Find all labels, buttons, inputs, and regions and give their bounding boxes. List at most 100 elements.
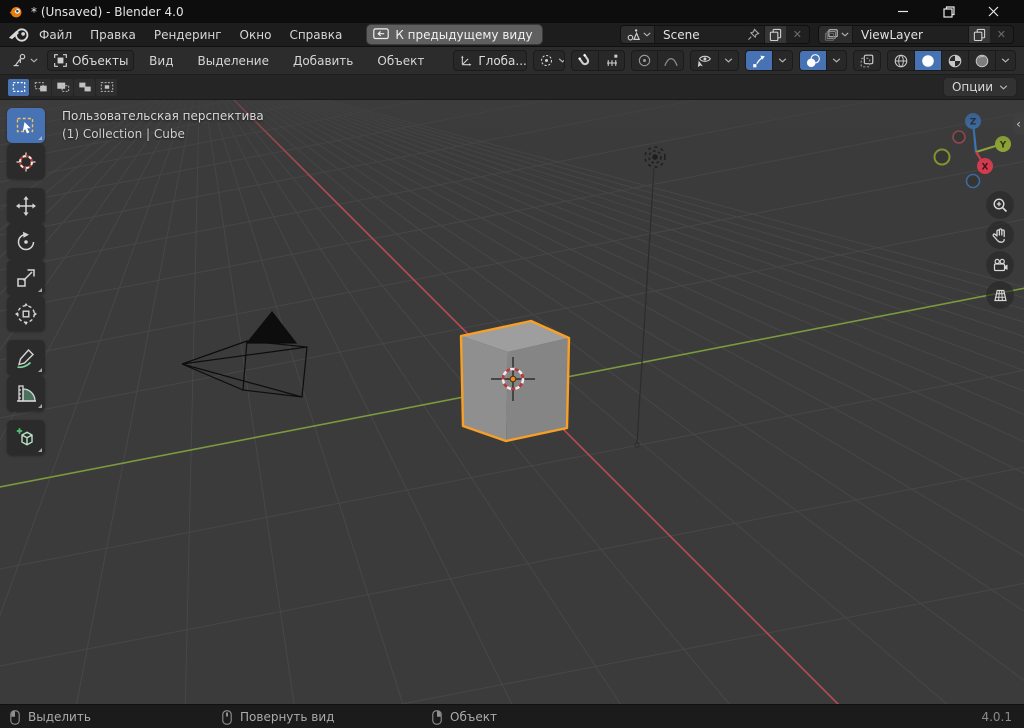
blender-app-icon (8, 4, 23, 19)
viewport-display-controls (690, 50, 1016, 71)
toggle-ortho-button[interactable] (986, 281, 1014, 309)
camera-object[interactable] (182, 312, 307, 397)
chevron-down-icon (683, 58, 684, 63)
tool-rotate[interactable] (7, 224, 45, 259)
menu-view[interactable]: Вид (140, 54, 182, 68)
menu-object[interactable]: Объект (368, 54, 433, 68)
close-button[interactable] (971, 0, 1016, 23)
magnet-icon (577, 53, 593, 69)
annotate-tool-icon (14, 346, 38, 370)
viewport-3d[interactable]: Z Y X Пользовательская перспектива (1) C… (0, 100, 1024, 704)
shading-rendered-button[interactable] (968, 51, 995, 70)
shading-solid-button[interactable] (914, 51, 941, 70)
proportional-edit-toggle[interactable] (632, 51, 657, 70)
scene-name[interactable]: Scene (655, 28, 743, 42)
editor-type-button[interactable] (8, 49, 41, 73)
tool-add-cube[interactable] (7, 420, 45, 455)
axis-gizmo-minus-x[interactable] (953, 131, 965, 143)
options-label: Опции (952, 80, 993, 94)
axis-gizmo-minus-y[interactable] (935, 150, 950, 165)
select-mode-subtract-button[interactable] (52, 79, 73, 96)
overlays-group (799, 50, 847, 71)
tool-move[interactable] (7, 188, 45, 223)
status-bar: Выделить Повернуть вид Объект 4.0.1 (0, 704, 1024, 728)
gizmo-y-label: Y (999, 141, 1007, 151)
axis-gizmo-minus-z[interactable] (967, 175, 980, 188)
title-bar: * (Unsaved) - Blender 4.0 (0, 0, 1024, 23)
smooth-falloff-icon (663, 54, 679, 68)
new-scene-button[interactable] (764, 26, 786, 43)
menu-file[interactable]: Файл (30, 23, 81, 47)
menu-window[interactable]: Окно (231, 23, 281, 47)
show-overlays-toggle[interactable] (800, 51, 826, 70)
remove-view-layer-button[interactable]: ✕ (990, 28, 1013, 41)
xray-toggle[interactable] (853, 50, 881, 71)
shading-dropdown[interactable] (995, 51, 1015, 70)
snap-target-select[interactable] (598, 51, 625, 70)
middle-mouse-icon (222, 710, 232, 725)
camera-view-button[interactable] (986, 251, 1014, 279)
gizmo-x-label: X (982, 163, 989, 173)
menu-add[interactable]: Добавить (284, 54, 362, 68)
menu-help[interactable]: Справка (280, 23, 351, 47)
tool-settings-bar: Опции (0, 75, 1024, 100)
tool-cursor[interactable] (7, 144, 45, 179)
menu-edit[interactable]: Правка (81, 23, 145, 47)
view-layer-browse-button[interactable] (819, 26, 853, 43)
screen-back-icon (373, 28, 389, 41)
show-gizmos-toggle[interactable] (746, 51, 772, 70)
select-invert-icon (79, 83, 85, 88)
tool-measure[interactable] (7, 376, 45, 411)
overlays-dropdown[interactable] (826, 51, 846, 70)
tool-options-dropdown[interactable]: Опции (944, 78, 1016, 96)
minimize-button[interactable] (881, 0, 926, 23)
snap-increment-icon (604, 53, 620, 68)
select-mode-new-button[interactable] (8, 79, 29, 96)
viewport-nav-buttons (986, 191, 1014, 309)
gizmo-arrow-icon (751, 53, 767, 69)
chevron-down-icon (999, 85, 1008, 90)
show-objects-button[interactable] (691, 51, 718, 70)
chevron-down-icon (643, 32, 651, 37)
proportional-falloff-select[interactable] (657, 51, 684, 70)
tool-scale[interactable] (7, 260, 45, 295)
back-to-previous-view-button[interactable]: К предыдущему виду (367, 25, 541, 44)
select-mode-invert-button[interactable] (74, 79, 95, 96)
blender-logo-icon (8, 27, 30, 43)
pin-scene-button[interactable] (743, 26, 764, 43)
window-title: * (Unsaved) - Blender 4.0 (31, 5, 184, 19)
gizmos-dropdown[interactable] (772, 51, 792, 70)
zoom-icon (992, 197, 1009, 214)
view-layer-selector: ViewLayer ✕ (818, 25, 1014, 44)
restore-button[interactable] (926, 0, 971, 23)
duplicate-icon (973, 28, 986, 41)
xray-icon (859, 53, 875, 69)
pan-button[interactable] (986, 221, 1014, 249)
tool-transform[interactable] (7, 296, 45, 331)
shading-material-button[interactable] (941, 51, 968, 70)
select-mode-extend-button[interactable] (30, 79, 51, 96)
zoom-button[interactable] (986, 191, 1014, 219)
status-hint-object: Объект (432, 705, 497, 728)
unlink-scene-button[interactable]: ✕ (786, 28, 809, 41)
mode-selector[interactable]: Объекты (47, 50, 134, 71)
shading-wireframe-button[interactable] (888, 51, 914, 70)
rendered-shading-icon (974, 53, 990, 69)
new-view-layer-button[interactable] (968, 26, 990, 43)
transform-orientation-select[interactable]: Глоба... (453, 50, 526, 71)
snap-toggle[interactable] (572, 51, 598, 70)
tool-select-box[interactable] (7, 108, 45, 143)
scene-browse-button[interactable] (621, 26, 655, 43)
menu-select[interactable]: Выделение (189, 54, 278, 68)
back-button-label: К предыдущему виду (395, 28, 532, 42)
scene-icon (626, 28, 641, 42)
tool-annotate[interactable] (7, 340, 45, 375)
menu-render[interactable]: Рендеринг (145, 23, 231, 47)
chevron-down-icon (30, 58, 38, 63)
hand-icon (992, 227, 1009, 244)
pivot-point-select[interactable] (533, 50, 565, 71)
view-layer-name[interactable]: ViewLayer (853, 28, 968, 42)
solid-shading-icon (920, 53, 936, 69)
select-mode-intersect-button[interactable] (96, 79, 117, 96)
sidebar-collapse-handle[interactable]: ‹ (1013, 114, 1024, 134)
